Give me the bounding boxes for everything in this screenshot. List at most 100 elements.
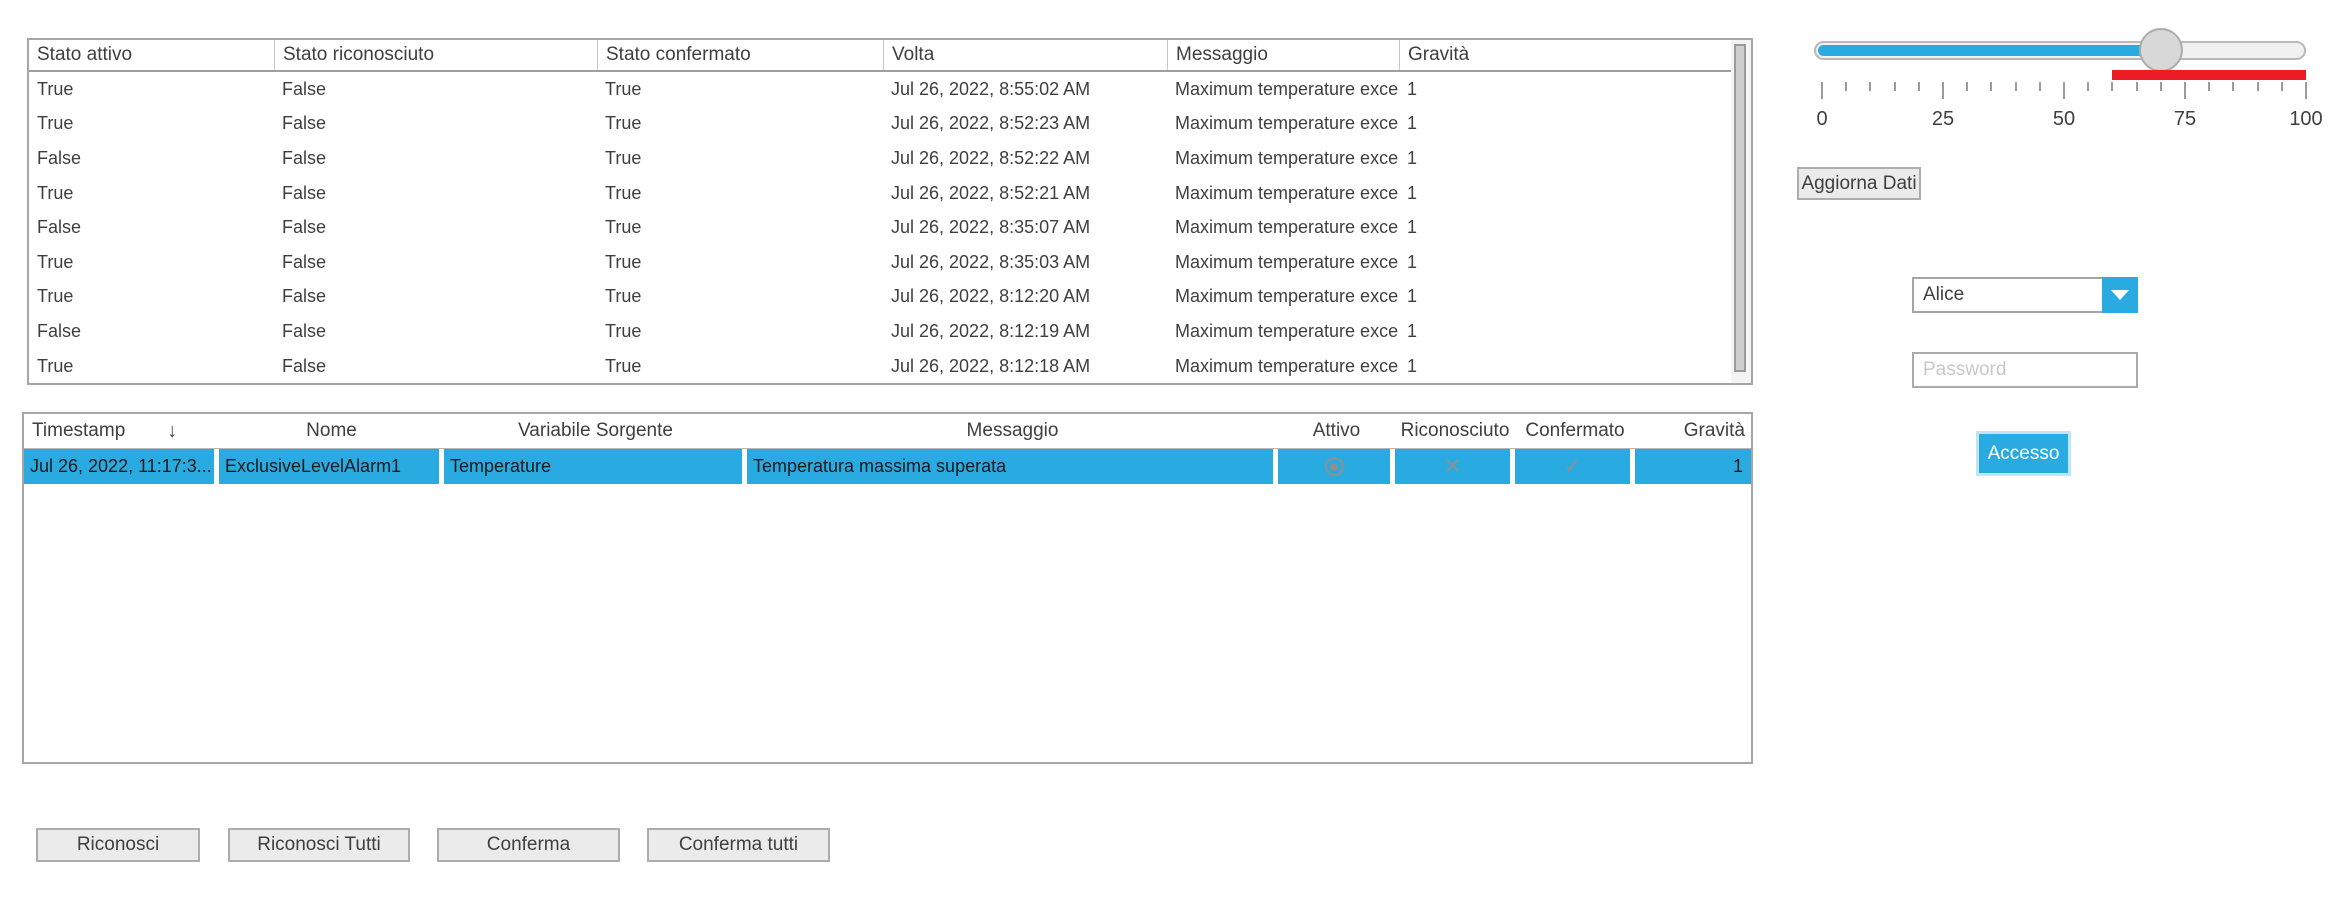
cell-stato-attivo: True — [29, 356, 274, 377]
slider-tick-label: 100 — [2289, 108, 2322, 131]
column-header-riconosciuto[interactable]: Riconosciuto — [1395, 420, 1515, 442]
events-table: Stato attivo Stato riconosciuto Stato co… — [27, 38, 1753, 385]
cell-stato-riconosciuto: False — [274, 321, 597, 342]
cell-gravita: 1 — [1399, 286, 1715, 307]
column-header-messaggio[interactable]: Messaggio — [1167, 40, 1399, 70]
confirm-all-button[interactable]: Conferma tutti — [647, 828, 830, 862]
user-select-dropdown-button[interactable] — [2102, 277, 2138, 313]
cell-messaggio: Maximum temperature exceeded — [1167, 252, 1399, 273]
slider-tick — [2111, 82, 2113, 91]
scrollbar-thumb[interactable] — [1734, 44, 1746, 372]
cell-gravita: 1 — [1399, 356, 1715, 377]
events-table-row[interactable]: True False True Jul 26, 2022, 8:12:20 AM… — [29, 280, 1731, 315]
login-button[interactable]: Accesso — [1979, 434, 2068, 473]
cell-stato-confermato: True — [597, 113, 883, 134]
acknowledge-button[interactable]: Riconosci — [36, 828, 200, 862]
column-header-stato-attivo[interactable]: Stato attivo — [29, 40, 274, 70]
cell-stato-riconosciuto: False — [274, 79, 597, 100]
cell-stato-attivo: True — [29, 113, 274, 134]
cell-gravita: 1 — [1399, 321, 1715, 342]
events-table-row[interactable]: True False True Jul 26, 2022, 8:52:21 AM… — [29, 176, 1731, 211]
cell-gravita: 1 — [1399, 113, 1715, 134]
cell-stato-confermato: True — [597, 148, 883, 169]
not-acknowledged-x-icon: ✕ — [1444, 456, 1462, 477]
value-slider: 0255075100 — [1802, 28, 2332, 138]
chevron-down-icon — [2111, 290, 2129, 300]
slider-tick — [2232, 82, 2234, 91]
cell-messaggio: Maximum temperature exceeded — [1167, 321, 1399, 342]
column-header-confermato[interactable]: Confermato — [1515, 420, 1635, 442]
slider-tick — [2305, 82, 2307, 99]
column-header-variabile-sorgente[interactable]: Variabile Sorgente — [444, 420, 747, 442]
cell-stato-riconosciuto: False — [274, 183, 597, 204]
slider-tick — [2015, 82, 2017, 91]
cell-volta: Jul 26, 2022, 8:35:07 AM — [883, 217, 1167, 238]
events-table-scrollbar[interactable] — [1731, 40, 1751, 383]
slider-tick-label: 50 — [2053, 108, 2075, 131]
active-state-icon — [1325, 457, 1344, 476]
events-table-row[interactable]: False False True Jul 26, 2022, 8:52:22 A… — [29, 141, 1731, 176]
cell-stato-riconosciuto: False — [274, 286, 597, 307]
slider-tick — [2160, 82, 2162, 91]
slider-tick — [1942, 82, 1944, 99]
cell-attivo — [1278, 449, 1390, 484]
cell-gravita: 1 — [1635, 449, 1751, 484]
cell-gravita: 1 — [1399, 148, 1715, 169]
column-header-stato-riconosciuto[interactable]: Stato riconosciuto — [274, 40, 597, 70]
column-header-volta[interactable]: Volta — [883, 40, 1167, 70]
slider-red-zone — [2112, 70, 2306, 80]
column-header-stato-confermato[interactable]: Stato confermato — [597, 40, 883, 70]
slider-tick-label: 25 — [1932, 108, 1954, 131]
slider-thumb[interactable] — [2139, 28, 2183, 72]
cell-volta: Jul 26, 2022, 8:52:23 AM — [883, 113, 1167, 134]
slider-tick-label: 0 — [1816, 108, 1827, 131]
events-table-row[interactable]: False False True Jul 26, 2022, 8:12:19 A… — [29, 314, 1731, 349]
user-select-value: Alice — [1912, 277, 2102, 313]
cell-stato-attivo: False — [29, 321, 274, 342]
password-field[interactable] — [1912, 352, 2138, 388]
cell-stato-riconosciuto: False — [274, 217, 597, 238]
column-header-nome[interactable]: Nome — [219, 420, 444, 442]
events-table-header: Stato attivo Stato riconosciuto Stato co… — [29, 40, 1731, 72]
cell-volta: Jul 26, 2022, 8:12:19 AM — [883, 321, 1167, 342]
slider-track[interactable] — [1814, 41, 2306, 60]
events-table-row[interactable]: True False True Jul 26, 2022, 8:52:23 AM… — [29, 107, 1731, 142]
sort-descending-icon: ↓ — [167, 420, 177, 443]
confirmed-check-icon: ✓ — [1564, 456, 1582, 477]
events-table-row[interactable]: True False True Jul 26, 2022, 8:12:18 AM… — [29, 349, 1731, 383]
slider-tick — [2208, 82, 2210, 91]
slider-tick — [1990, 82, 1992, 91]
cell-messaggio: Maximum temperature exceeded — [1167, 286, 1399, 307]
cell-stato-confermato: True — [597, 356, 883, 377]
cell-stato-attivo: True — [29, 79, 274, 100]
cell-stato-confermato: True — [597, 79, 883, 100]
cell-messaggio: Maximum temperature exceeded — [1167, 148, 1399, 169]
column-header-gravita[interactable]: Gravità — [1635, 420, 1751, 442]
cell-stato-confermato: True — [597, 321, 883, 342]
column-header-messaggio[interactable]: Messaggio — [747, 420, 1278, 442]
cell-stato-riconosciuto: False — [274, 252, 597, 273]
events-table-row[interactable]: True False True Jul 26, 2022, 8:55:02 AM… — [29, 72, 1731, 107]
column-header-gravita[interactable]: Gravità — [1399, 40, 1715, 70]
cell-stato-attivo: True — [29, 286, 274, 307]
slider-tick — [1845, 82, 1847, 91]
refresh-data-button[interactable]: Aggiorna Dati — [1797, 167, 1921, 200]
slider-tick — [1918, 82, 1920, 91]
column-header-attivo[interactable]: Attivo — [1278, 420, 1395, 442]
slider-tick — [2136, 82, 2138, 91]
events-table-row[interactable]: True False True Jul 26, 2022, 8:35:03 AM… — [29, 245, 1731, 280]
column-header-timestamp[interactable]: Timestamp ↓ — [24, 420, 219, 443]
events-table-row[interactable]: False False True Jul 26, 2022, 8:35:07 A… — [29, 210, 1731, 245]
user-select[interactable]: Alice — [1912, 277, 2138, 313]
cell-volta: Jul 26, 2022, 8:12:18 AM — [883, 356, 1167, 377]
cell-stato-confermato: True — [597, 217, 883, 238]
cell-messaggio: Maximum temperature exceeded — [1167, 183, 1399, 204]
alarm-row-selected[interactable]: Jul 26, 2022, 11:17:3... ExclusiveLevelA… — [24, 449, 1751, 484]
slider-fill — [1818, 45, 2163, 56]
acknowledge-all-button[interactable]: Riconosci Tutti — [228, 828, 410, 862]
cell-volta: Jul 26, 2022, 8:12:20 AM — [883, 286, 1167, 307]
cell-gravita: 1 — [1399, 79, 1715, 100]
slider-tick — [1966, 82, 1968, 91]
confirm-button[interactable]: Conferma — [437, 828, 620, 862]
slider-tick — [1894, 82, 1896, 91]
